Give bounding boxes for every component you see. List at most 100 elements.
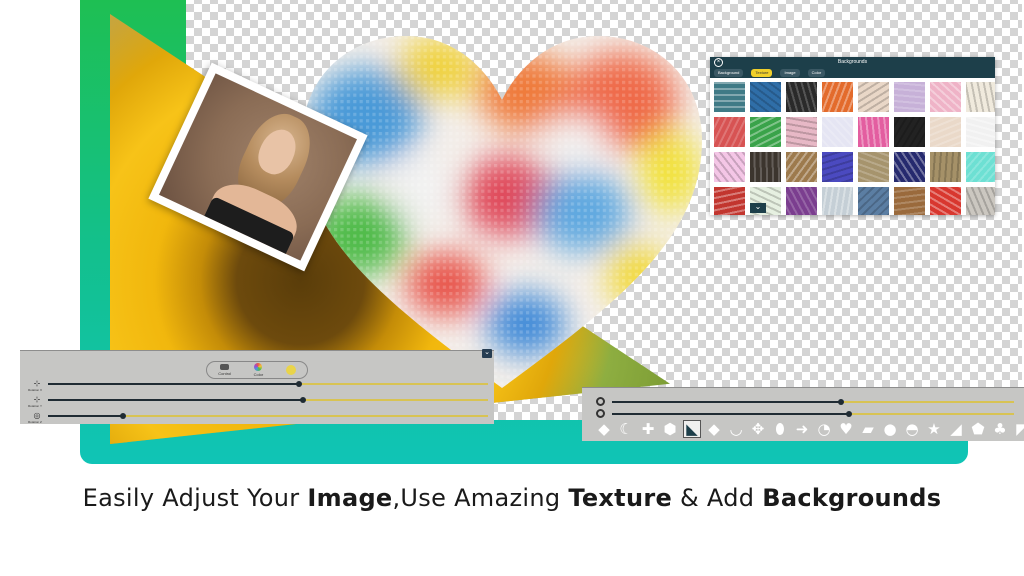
club-shape-icon[interactable]: ♣ — [992, 421, 1008, 437]
texture-tile[interactable] — [822, 82, 853, 112]
texture-tile[interactable] — [930, 187, 961, 215]
texture-tile[interactable] — [966, 82, 995, 112]
rotation-x-slider-row: ⊹ Rotation X — [28, 379, 488, 393]
texture-tile[interactable] — [750, 117, 781, 147]
backgrounds-tabs: Background Texture Image Color — [710, 68, 995, 78]
rotation-z-slider[interactable] — [48, 413, 488, 419]
texture-tile[interactable] — [822, 152, 853, 182]
semicircle-shape-icon[interactable]: ◓ — [904, 421, 920, 437]
heart-shape-icon[interactable]: ♥ — [838, 421, 854, 437]
cross-shape-icon[interactable]: ✚ — [640, 421, 656, 437]
shape-panel: ◆ ☾ ✚ ⬢ ◣ ◆ ◡ ✥ ⬮ ➜ ◔ ♥ ▰ ● ◓ ★ ◢ ⬟ ♣ ◤ — [582, 387, 1024, 441]
texture-tile[interactable] — [894, 187, 925, 215]
rotation-x-slider[interactable] — [48, 381, 488, 387]
quatrefoil-shape-icon[interactable]: ✥ — [750, 421, 766, 437]
sliders-icon — [220, 364, 230, 370]
pentagon-shape-icon[interactable]: ⬟ — [970, 421, 986, 437]
texture-grid — [710, 78, 995, 215]
texture-tile[interactable] — [858, 187, 889, 215]
segment-light[interactable] — [285, 364, 296, 376]
caption-part-1: Easily Adjust Your — [82, 484, 308, 512]
size-slider-row — [596, 397, 1016, 407]
circle-shape-icon[interactable]: ● — [882, 421, 898, 437]
segment-color[interactable]: Color — [253, 363, 264, 377]
opacity-slider-row — [596, 409, 1016, 419]
texture-tile[interactable] — [714, 152, 745, 182]
segment-color-label: Color — [253, 372, 264, 377]
texture-tile[interactable] — [930, 82, 961, 112]
chevron-down-icon[interactable]: ⌄ — [482, 349, 492, 358]
right-triangle-shape-icon[interactable]: ◢ — [948, 421, 964, 437]
texture-tile[interactable] — [786, 187, 817, 215]
adjust-panel: ⌄ Control Color ⊹ Rotation X ⊹ Rotation … — [20, 349, 494, 424]
caption-bold-texture: Texture — [568, 484, 673, 512]
texture-tile[interactable] — [858, 82, 889, 112]
rotation-y-slider-row: ⊹ Rotation Y — [28, 395, 488, 409]
pie-shape-icon[interactable]: ◔ — [816, 421, 832, 437]
tab-background[interactable]: Background — [714, 69, 744, 77]
star-shape-icon[interactable]: ★ — [926, 421, 942, 437]
texture-tile[interactable] — [786, 152, 817, 182]
texture-tile[interactable] — [822, 187, 853, 215]
rotation-x-label: Rotation X — [28, 388, 43, 392]
rhombus-shape-icon[interactable]: ◆ — [706, 421, 722, 437]
tab-image[interactable]: Image — [780, 69, 800, 77]
size-knob[interactable] — [838, 399, 845, 405]
texture-tile[interactable] — [966, 152, 995, 182]
opacity-icon — [596, 409, 605, 418]
rotate-y-icon: ⊹ — [33, 395, 41, 404]
rotation-z-knob[interactable] — [119, 413, 126, 419]
caption-bold-image: Image — [307, 484, 393, 512]
texture-tile[interactable] — [822, 117, 853, 147]
texture-tile[interactable] — [750, 152, 781, 182]
texture-tile[interactable] — [858, 117, 889, 147]
rotation-y-slider[interactable] — [48, 397, 488, 403]
texture-tile[interactable] — [714, 187, 745, 215]
rotation-y-label: Rotation Y — [28, 404, 42, 408]
rotation-z-label: Rotation Z — [28, 420, 42, 424]
slash-shape-icon[interactable]: ◤ — [1014, 421, 1024, 437]
diamond-shape-icon[interactable]: ◆ — [596, 421, 612, 437]
chevron-down-icon[interactable]: ⌄ — [750, 203, 766, 213]
close-icon[interactable]: × — [714, 58, 723, 67]
texture-tile[interactable] — [714, 117, 745, 147]
triangle-shape-icon[interactable]: ◣ — [683, 420, 701, 438]
texture-tile[interactable] — [714, 82, 745, 112]
rotate-x-icon: ⊹ — [33, 379, 41, 388]
crescent-shape-icon[interactable]: ☾ — [618, 421, 634, 437]
rotation-y-knob[interactable] — [300, 397, 307, 403]
color-wheel-icon — [254, 363, 263, 371]
promo-caption: Easily Adjust Your Image,Use Amazing Tex… — [0, 484, 1024, 512]
rotation-x-knob[interactable] — [295, 381, 302, 387]
texture-tile[interactable] — [930, 152, 961, 182]
texture-tile[interactable] — [858, 152, 889, 182]
sun-icon — [285, 364, 296, 375]
tie-dye-heart-layer[interactable] — [302, 36, 702, 388]
texture-tile[interactable] — [786, 82, 817, 112]
oval-shape-icon[interactable]: ⬮ — [772, 421, 788, 437]
texture-tile[interactable] — [966, 187, 995, 215]
tab-color[interactable]: Color — [807, 69, 826, 77]
hexagon-shape-icon[interactable]: ⬢ — [662, 421, 678, 437]
texture-tile[interactable] — [750, 82, 781, 112]
shape-picker: ◆ ☾ ✚ ⬢ ◣ ◆ ◡ ✥ ⬮ ➜ ◔ ♥ ▰ ● ◓ ★ ◢ ⬟ ♣ ◤ — [596, 420, 1024, 438]
texture-tile[interactable] — [894, 82, 925, 112]
rotate-z-icon: ◎ — [33, 411, 41, 420]
opacity-knob[interactable] — [846, 411, 853, 417]
size-slider[interactable] — [612, 399, 1014, 405]
adjust-mode-selector: Control Color — [206, 361, 308, 379]
arc-shape-icon[interactable]: ◡ — [728, 421, 744, 437]
texture-tile[interactable] — [894, 117, 925, 147]
texture-tile[interactable] — [930, 117, 961, 147]
size-icon — [596, 397, 605, 406]
texture-tile[interactable] — [894, 152, 925, 182]
arrow-shape-icon[interactable]: ➜ — [794, 421, 810, 437]
opacity-slider[interactable] — [612, 411, 1014, 417]
backgrounds-panel: × Backgrounds Background Texture Image C… — [710, 57, 995, 215]
texture-tile[interactable] — [786, 117, 817, 147]
segment-control[interactable]: Control — [218, 364, 231, 376]
parallelogram-shape-icon[interactable]: ▰ — [860, 421, 876, 437]
backgrounds-panel-title: Backgrounds — [837, 59, 868, 65]
texture-tile[interactable] — [966, 117, 995, 147]
tab-texture[interactable]: Texture — [751, 69, 773, 77]
